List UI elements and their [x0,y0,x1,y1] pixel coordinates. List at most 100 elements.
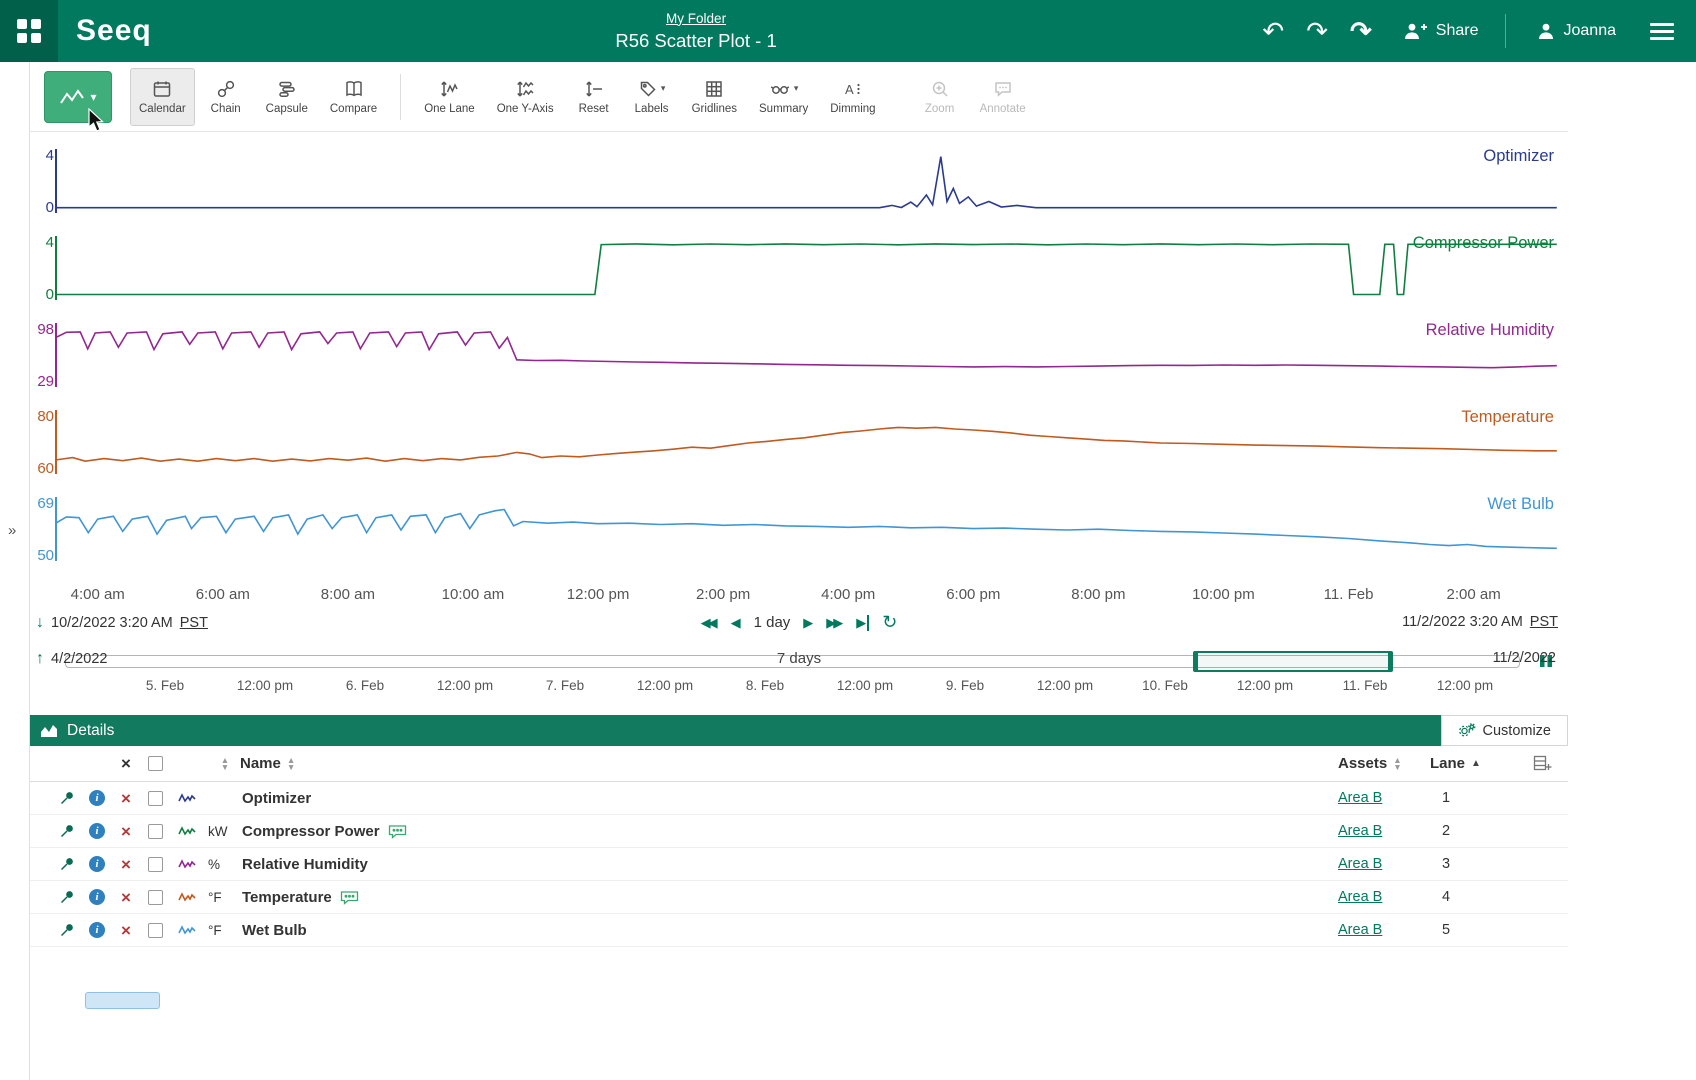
signal-name[interactable]: Relative Humidity [242,856,368,873]
timebar-tick: 11. Feb [1343,678,1388,693]
timebar-duration[interactable]: 7 days [30,650,1568,667]
step-forward-button[interactable]: ▶ [803,615,813,631]
expand-panel-chevron-2[interactable]: » [8,522,16,539]
info-icon[interactable]: i [89,856,105,872]
timebar-end-date[interactable]: 11/2/2022 [1493,650,1556,666]
y-axis-max-label: 80 [30,408,54,425]
signal-curve-wet-bulb[interactable] [56,494,1557,581]
sort-assets-icon[interactable]: ▲▼ [1393,757,1401,771]
toolbar-button-reset[interactable]: Reset [567,68,621,126]
sort-lane-asc-icon[interactable]: ▲ [1471,758,1481,769]
breadcrumb-my-folder[interactable]: My Folder [666,11,726,26]
timebar-tick: 7. Feb [546,678,584,693]
comment-icon[interactable] [388,824,407,839]
info-icon[interactable]: i [89,790,105,806]
toolbar-button-calendar[interactable]: Calendar [130,68,195,126]
timebar-tick: 6. Feb [346,678,384,693]
step-size-label[interactable]: 1 day [754,614,791,631]
asset-link[interactable]: Area B [1338,823,1382,839]
hamburger-menu-icon[interactable] [1650,23,1674,40]
timebar-tick: 5. Feb [146,678,184,693]
remove-icon[interactable]: × [112,889,140,906]
gridlines-icon [704,79,724,99]
asset-link[interactable]: Area B [1338,790,1382,806]
toolbar-button-labels[interactable]: ▾ Labels [625,68,679,126]
column-header-lane[interactable]: Lane [1430,755,1465,772]
header-actions: ↶ ↷ ↷ Share Joanna [1240,14,1696,48]
info-icon[interactable]: i [89,922,105,938]
toolbar-button-summary[interactable]: ▾ Summary [750,68,817,126]
row-checkbox[interactable] [148,791,163,806]
asset-link[interactable]: Area B [1338,922,1382,938]
refresh-icon[interactable]: ↻ [882,612,897,633]
toolbar-button-annotate: Annotate [971,68,1035,126]
row-checkbox[interactable] [148,890,163,905]
y-axis-min-label: 29 [30,373,54,390]
undo-icon[interactable]: ↶ [1262,18,1284,44]
details-row-wet-bulb: i × °F Wet Bulb Area B 5 [30,914,1568,947]
gears-icon [1458,723,1476,738]
user-menu-button[interactable]: Joanna [1536,21,1617,41]
remove-icon[interactable]: × [112,823,140,840]
signal-icon [178,791,196,805]
trend-view-icon [59,87,85,107]
toolbar-button-chain[interactable]: Chain [199,68,253,126]
signal-name[interactable]: Compressor Power [242,823,380,840]
signal-name[interactable]: Optimizer [242,790,311,807]
pin-icon[interactable] [59,856,75,872]
comment-icon[interactable] [340,890,359,905]
asset-link[interactable]: Area B [1338,856,1382,872]
x-axis-tick: 2:00 am [1447,586,1501,603]
remove-icon[interactable]: × [112,856,140,873]
pin-icon[interactable] [59,889,75,905]
pin-icon[interactable] [59,790,75,806]
step-forward-fast-button[interactable]: ▶▶ [826,615,843,631]
signal-curve-relative-humidity[interactable] [56,320,1557,407]
remove-all-icon[interactable]: × [112,755,140,772]
signal-name[interactable]: Wet Bulb [242,922,307,939]
pin-icon[interactable] [59,823,75,839]
signal-curve-compressor-power[interactable] [56,233,1557,320]
customize-button[interactable]: Customize [1441,715,1569,746]
column-header-name[interactable]: Name [240,755,281,772]
trend-lane-optimizer: 4 0 Optimizer [30,146,1568,233]
range-end-value[interactable]: 11/2/2022 3:20 AM [1402,614,1523,630]
pin-icon[interactable] [59,922,75,938]
timebar-tick: 12:00 pm [637,678,693,693]
signal-curve-temperature[interactable] [56,407,1557,494]
add-column-icon[interactable] [1533,755,1552,772]
toolbar-button-compare[interactable]: Compare [321,68,386,126]
info-icon[interactable]: i [89,889,105,905]
row-checkbox[interactable] [148,824,163,839]
signal-name[interactable]: Temperature [242,889,332,906]
timezone-link-end[interactable]: PST [1530,614,1558,630]
toolbar-button-dimming[interactable]: A Dimming [821,68,884,126]
remove-icon[interactable]: × [112,922,140,939]
toolbar-button-one-y-axis[interactable]: One Y-Axis [488,68,563,126]
share-forward-icon[interactable]: ↷ [1350,18,1372,44]
remove-icon[interactable]: × [112,790,140,807]
asset-link[interactable]: Area B [1338,889,1382,905]
view-selector-button[interactable]: ▾ [44,71,112,123]
signal-curve-optimizer[interactable] [56,146,1557,233]
info-icon[interactable]: i [89,823,105,839]
x-axis-tick: 6:00 pm [946,586,1000,603]
row-checkbox[interactable] [148,923,163,938]
column-header-assets[interactable]: Assets [1338,755,1387,772]
apps-grid-button[interactable] [0,0,58,62]
sort-name-icon[interactable]: ▲▼ [287,757,295,771]
toolbar-button-capsule[interactable]: Capsule [257,68,317,126]
select-all-checkbox[interactable] [148,756,163,771]
step-back-fast-button[interactable]: ◀◀ [701,615,718,631]
toolbar-button-one-lane[interactable]: One Lane [415,68,484,126]
share-button[interactable]: Share [1402,21,1479,41]
redo-icon[interactable]: ↷ [1306,18,1328,44]
lane-number: 3 [1430,856,1508,872]
zoom-icon [930,79,950,99]
row-checkbox[interactable] [148,857,163,872]
x-axis-tick: 8:00 am [321,586,375,603]
sort-unit-icon[interactable]: ▲▼ [221,757,229,771]
toolbar-button-gridlines[interactable]: Gridlines [683,68,746,126]
step-to-end-button[interactable]: ▶ [856,615,869,631]
step-back-button[interactable]: ◀ [731,615,741,631]
